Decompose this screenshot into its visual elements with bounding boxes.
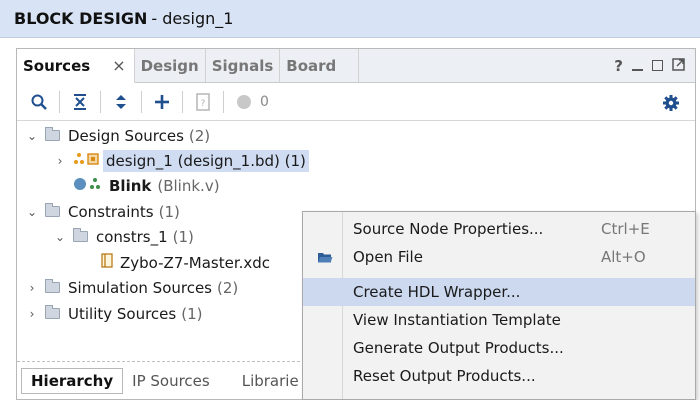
toolbar-separator <box>141 90 142 113</box>
menu-item-source-node-properties[interactable]: Source Node Properties... Ctrl+E <box>303 215 695 243</box>
tree-label-selected: design_1 (design_1.bd) (1) <box>103 149 309 172</box>
search-icon[interactable] <box>27 90 51 114</box>
tab-design-label: Design <box>140 56 199 75</box>
tab-hierarchy[interactable]: Hierarchy <box>21 367 124 394</box>
menu-item-generate-output-products[interactable]: Generate Output Products... <box>303 334 695 362</box>
expand-all-icon[interactable] <box>109 90 133 114</box>
menu-item-open-file[interactable]: Open File Alt+O <box>303 243 695 271</box>
chevron-right-icon[interactable]: › <box>25 281 39 295</box>
toolbar-separator <box>100 90 101 113</box>
folder-icon <box>45 127 60 141</box>
tree-label: Simulation Sources <box>68 278 213 297</box>
chevron-down-icon[interactable]: ⌄ <box>25 205 39 219</box>
window-title: BLOCK DESIGN <box>14 9 148 28</box>
open-folder-icon <box>317 250 333 268</box>
tree-count: (1) <box>172 227 194 246</box>
collapse-all-icon[interactable] <box>68 90 92 114</box>
tree-row-utility-sources[interactable]: › Utility Sources (1) <box>25 301 203 326</box>
svg-text:?: ? <box>201 99 206 109</box>
tree-file: (Blink.v) <box>157 176 220 195</box>
window-title-bar: BLOCK DESIGN - design_1 <box>0 0 700 38</box>
chevron-down-icon[interactable]: ⌄ <box>25 129 39 143</box>
toolbar-separator <box>59 90 60 113</box>
tree-count: (2) <box>217 278 239 297</box>
context-menu: Source Node Properties... Ctrl+E Open Fi… <box>302 211 696 400</box>
tree-label: Utility Sources <box>68 304 177 323</box>
menu-item-shortcut: Alt+O <box>601 248 646 266</box>
menu-item-view-instantiation-template[interactable]: View Instantiation Template <box>303 306 695 334</box>
tree-count: (2) <box>188 126 211 145</box>
block-design-icon <box>73 152 99 170</box>
menu-item-label: Reset Output Products... <box>353 367 536 385</box>
tree-label: constrs_1 <box>96 227 168 246</box>
menu-item-label: View Instantiation Template <box>353 311 561 329</box>
tree-label: Zybo-Z7-Master.xdc <box>120 253 271 272</box>
chevron-right-icon[interactable]: › <box>53 154 67 168</box>
folder-icon <box>45 279 60 293</box>
toolbar-separator <box>223 90 224 113</box>
menu-item-label: Create HDL Wrapper... <box>353 283 521 301</box>
top-module-icon <box>73 177 103 195</box>
constraints-file-icon <box>101 253 113 272</box>
gear-icon[interactable] <box>659 91 683 115</box>
tab-signals-label: Signals <box>211 56 274 75</box>
chevron-down-icon[interactable]: ⌄ <box>53 230 67 244</box>
tab-signals[interactable]: Signals <box>206 49 281 82</box>
folder-icon <box>45 203 60 217</box>
menu-item-reset-output-products[interactable]: Reset Output Products... <box>303 362 695 390</box>
chevron-right-icon[interactable]: › <box>25 307 39 321</box>
folder-icon <box>73 228 88 242</box>
tree-label: Design Sources <box>68 126 184 145</box>
panel-tab-bar: Sources × Design Signals Board ? <box>17 49 695 83</box>
tab-sources[interactable]: Sources × <box>17 49 135 83</box>
menu-item-create-hdl-wrapper[interactable]: Create HDL Wrapper... <box>303 278 695 306</box>
tree-row-constrs-1[interactable]: ⌄ constrs_1 (1) <box>53 224 194 249</box>
window-subtitle: - design_1 <box>151 9 234 28</box>
toolbar-separator <box>182 90 183 113</box>
tab-board-label: Board <box>286 56 337 75</box>
add-sources-icon[interactable] <box>150 90 174 114</box>
tab-board[interactable]: Board <box>280 49 360 82</box>
menu-item-shortcut: Ctrl+E <box>601 220 650 238</box>
tree-row-design-1[interactable]: › design_1 (design_1.bd) (1) <box>53 148 309 173</box>
tree-label: Blink <box>109 176 152 195</box>
properties-icon[interactable]: ? <box>191 90 215 114</box>
tab-ip-sources[interactable]: IP Sources <box>123 369 219 393</box>
panel-window-controls: ? <box>614 49 695 82</box>
tree-row-blink[interactable]: Blink (Blink.v) <box>73 173 220 198</box>
tab-design[interactable]: Design <box>135 49 206 82</box>
tab-libraries[interactable]: Librarie <box>233 369 308 393</box>
help-icon[interactable]: ? <box>614 57 623 75</box>
menu-item-label: Source Node Properties... <box>353 220 544 238</box>
status-count: 0 <box>260 93 269 110</box>
tab-sources-label: Sources <box>23 56 91 75</box>
menu-item-label: Generate Output Products... <box>353 339 564 357</box>
folder-icon <box>45 305 60 319</box>
menu-item-label: Open File <box>353 248 423 266</box>
tree-row-xdc[interactable]: Zybo-Z7-Master.xdc <box>101 250 270 275</box>
tree-count: (1) <box>158 202 180 221</box>
sources-toolbar: ? 0 <box>17 83 695 121</box>
tree-row-design-sources[interactable]: ⌄ Design Sources (2) <box>25 123 210 148</box>
close-icon[interactable]: × <box>112 56 125 75</box>
maximize-icon[interactable] <box>652 60 663 71</box>
tree-count: (1) <box>181 304 203 323</box>
status-dot-icon <box>232 90 256 114</box>
tree-row-constraints[interactable]: ⌄ Constraints (1) <box>25 199 180 224</box>
minimize-icon[interactable] <box>632 68 643 71</box>
tree-label: Constraints <box>68 202 154 221</box>
tree-row-simulation-sources[interactable]: › Simulation Sources (2) <box>25 275 239 300</box>
float-icon[interactable] <box>672 57 685 75</box>
